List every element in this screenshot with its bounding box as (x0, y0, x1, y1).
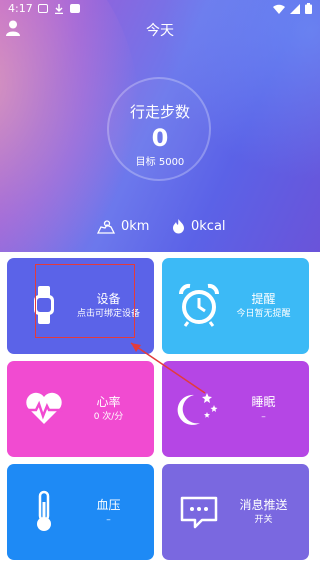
map-route-icon (97, 219, 115, 234)
alert-subtitle: 今日暂无提醒 (236, 309, 291, 319)
steps-value: 0 (151, 124, 169, 152)
distance-value: 0km (121, 219, 150, 234)
sleep-subtitle: – (261, 412, 266, 422)
distance-stat: 0km (97, 219, 149, 234)
message-push-title: 消息推送 (239, 498, 288, 512)
annotation-highlight-box (35, 264, 135, 338)
battery-icon (305, 3, 312, 14)
wifi-icon (273, 4, 285, 14)
heart-rate-title: 心率 (96, 395, 121, 409)
signal-icon (290, 3, 300, 14)
calories-value: 0kcal (191, 219, 226, 234)
square-icon (70, 4, 80, 13)
message-push-tile[interactable]: 消息推送 开关 (162, 464, 309, 560)
photo-icon (38, 4, 48, 13)
moon-stars-icon (177, 393, 218, 425)
thermometer-icon (37, 490, 51, 531)
sleep-title: 睡眠 (251, 395, 276, 409)
heart-rate-icon (25, 392, 63, 424)
steps-label: 行走步数 (129, 103, 190, 121)
sleep-tile[interactable]: 睡眠 – (162, 361, 309, 457)
alert-title: 提醒 (251, 292, 276, 306)
status-bar: 4:17 (0, 0, 320, 18)
heart-rate-subtitle: 0 次/分 (93, 412, 124, 422)
chat-dots-icon (180, 496, 218, 529)
download-icon (55, 4, 63, 14)
alarm-clock-icon (178, 283, 220, 327)
steps-goal: 目标 5000 (135, 157, 185, 168)
heart-rate-tile[interactable]: 心率 0 次/分 (7, 361, 154, 457)
summary-panel: 4:17 今天 行走步数 0 目标 5000 0km 0kcal (0, 0, 320, 252)
flame-icon (173, 219, 184, 234)
blood-pressure-subtitle: – (106, 515, 111, 525)
message-push-subtitle: 开关 (254, 515, 273, 525)
blood-pressure-title: 血压 (96, 498, 121, 512)
alert-tile[interactable]: 提醒 今日暂无提醒 (162, 258, 309, 354)
status-time: 4:17 (8, 2, 33, 15)
blood-pressure-tile[interactable]: 血压 – (7, 464, 154, 560)
calories-stat: 0kcal (172, 219, 226, 234)
page-title: 今天 (146, 23, 174, 39)
